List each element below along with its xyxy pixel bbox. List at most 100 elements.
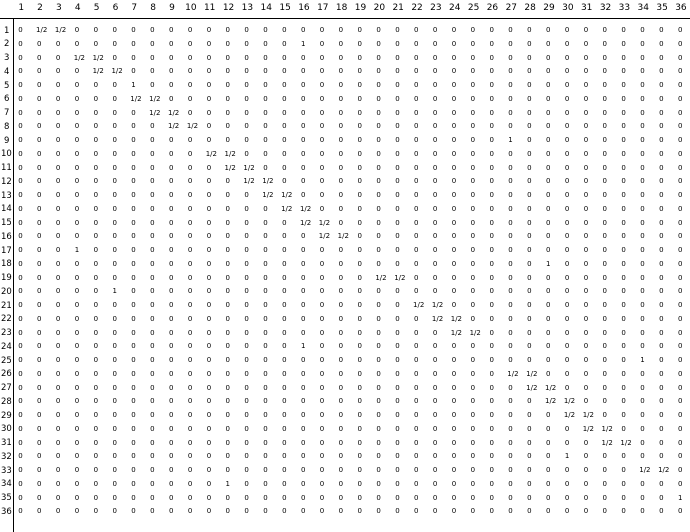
matrix-cell: 0 xyxy=(470,39,476,48)
matrix-cell: 0 xyxy=(319,493,325,502)
row-header: 11 xyxy=(1,163,12,173)
matrix-cell: 0 xyxy=(225,383,231,392)
matrix-cell: 0 xyxy=(206,424,212,433)
matrix-cell: 0 xyxy=(527,81,532,89)
matrix-cell: 0 xyxy=(489,26,494,34)
matrix-cell: 0 xyxy=(187,383,193,392)
matrix-cell: 0 xyxy=(112,26,117,34)
matrix-cell: 1/2 xyxy=(563,411,576,419)
matrix-cell: 0 xyxy=(376,81,381,89)
matrix-cell: 0 xyxy=(546,108,551,117)
matrix-cell: 0 xyxy=(169,301,174,309)
matrix-cell: 0 xyxy=(169,424,174,433)
matrix-cell: 0 xyxy=(357,466,362,474)
matrix-cell: 0 xyxy=(338,122,344,131)
matrix-cell: 0 xyxy=(546,479,551,488)
matrix-cell: 0 xyxy=(187,39,193,48)
matrix-cell: 1 xyxy=(112,287,117,296)
matrix-cell: 0 xyxy=(583,493,589,502)
matrix-cell: 0 xyxy=(640,232,645,241)
matrix-cell: 0 xyxy=(300,177,306,186)
matrix-cell: 0 xyxy=(376,94,381,103)
matrix-cell: 0 xyxy=(131,301,136,309)
matrix-cell: 0 xyxy=(640,149,645,158)
matrix-cell: 0 xyxy=(640,94,645,103)
matrix-cell: 0 xyxy=(376,191,381,199)
matrix-cell: 0 xyxy=(150,328,155,337)
matrix-cell: 0 xyxy=(282,424,287,433)
matrix-cell: 0 xyxy=(319,259,325,268)
matrix-cell: 0 xyxy=(414,232,419,241)
matrix-cell: 0 xyxy=(37,383,42,392)
matrix-cell: 0 xyxy=(659,26,664,34)
matrix-cell: 0 xyxy=(300,26,306,34)
matrix-cell: 0 xyxy=(319,204,325,213)
matrix-cell: 0 xyxy=(357,383,362,392)
matrix-cell: 0 xyxy=(37,67,42,76)
matrix-cell: 0 xyxy=(206,122,212,131)
matrix-cell: 0 xyxy=(244,397,249,406)
matrix-cell: 0 xyxy=(37,356,42,364)
matrix-cell: 0 xyxy=(508,108,513,117)
matrix-cell: 0 xyxy=(677,53,683,62)
column-header: 1 xyxy=(18,3,25,13)
matrix-cell: 0 xyxy=(169,26,174,34)
matrix-cell: 0 xyxy=(263,246,268,254)
matrix-cell: 0 xyxy=(282,67,287,76)
matrix-cell: 0 xyxy=(432,452,438,461)
matrix-cell: 0 xyxy=(55,67,61,76)
matrix-cell: 0 xyxy=(564,493,570,502)
matrix-cell: 0 xyxy=(357,273,362,282)
matrix-cell: 0 xyxy=(187,108,193,117)
row-label-divider xyxy=(13,18,14,532)
matrix-cell: 0 xyxy=(55,287,61,296)
matrix-cell: 0 xyxy=(225,493,231,502)
matrix-cell: 0 xyxy=(508,466,513,474)
matrix-cell: 0 xyxy=(244,259,249,268)
matrix-cell: 0 xyxy=(470,177,476,186)
matrix-cell: 0 xyxy=(640,287,645,296)
matrix-cell: 0 xyxy=(395,122,400,131)
matrix-cell: 0 xyxy=(131,314,136,323)
matrix-cell: 0 xyxy=(583,149,589,158)
matrix-cell: 0 xyxy=(282,397,287,406)
matrix-cell: 0 xyxy=(489,424,494,433)
matrix-cell: 0 xyxy=(677,356,683,364)
matrix-cell: 0 xyxy=(300,438,306,447)
matrix-cell: 0 xyxy=(244,67,249,76)
matrix-cell: 0 xyxy=(131,53,136,62)
matrix-cell: 0 xyxy=(640,438,645,447)
matrix-cell: 0 xyxy=(677,39,683,48)
matrix-cell: 0 xyxy=(564,177,570,186)
matrix-cell: 0 xyxy=(187,479,193,488)
matrix-cell: 0 xyxy=(18,53,23,62)
matrix-cell: 0 xyxy=(470,287,476,296)
matrix-cell: 0 xyxy=(357,232,362,241)
matrix-cell: 0 xyxy=(546,232,551,241)
matrix-cell: 0 xyxy=(112,149,117,158)
matrix-cell: 0 xyxy=(74,383,80,392)
matrix-cell: 0 xyxy=(640,301,645,309)
matrix-cell: 0 xyxy=(489,218,494,227)
matrix-cell: 0 xyxy=(112,466,117,474)
matrix-cell: 0 xyxy=(282,149,287,158)
matrix-cell: 0 xyxy=(282,108,287,117)
matrix-cell: 0 xyxy=(169,149,174,158)
matrix-cell: 0 xyxy=(451,26,457,34)
row-header: 15 xyxy=(1,218,12,228)
matrix-cell: 0 xyxy=(508,328,513,337)
matrix-cell: 0 xyxy=(621,136,626,144)
column-header: 30 xyxy=(562,3,574,13)
matrix-cell: 0 xyxy=(55,356,61,364)
matrix-cell: 0 xyxy=(414,438,419,447)
matrix-cell: 0 xyxy=(357,493,362,502)
matrix-cell: 0 xyxy=(451,108,457,117)
matrix-cell: 0 xyxy=(432,287,438,296)
matrix-cell: 0 xyxy=(677,301,683,309)
matrix-cell: 0 xyxy=(18,122,23,131)
matrix-cell: 0 xyxy=(37,479,42,488)
matrix-cell: 0 xyxy=(602,287,608,296)
matrix-cell: 0 xyxy=(602,39,608,48)
matrix-cell: 0 xyxy=(74,452,80,461)
matrix-cell: 0 xyxy=(621,328,626,337)
